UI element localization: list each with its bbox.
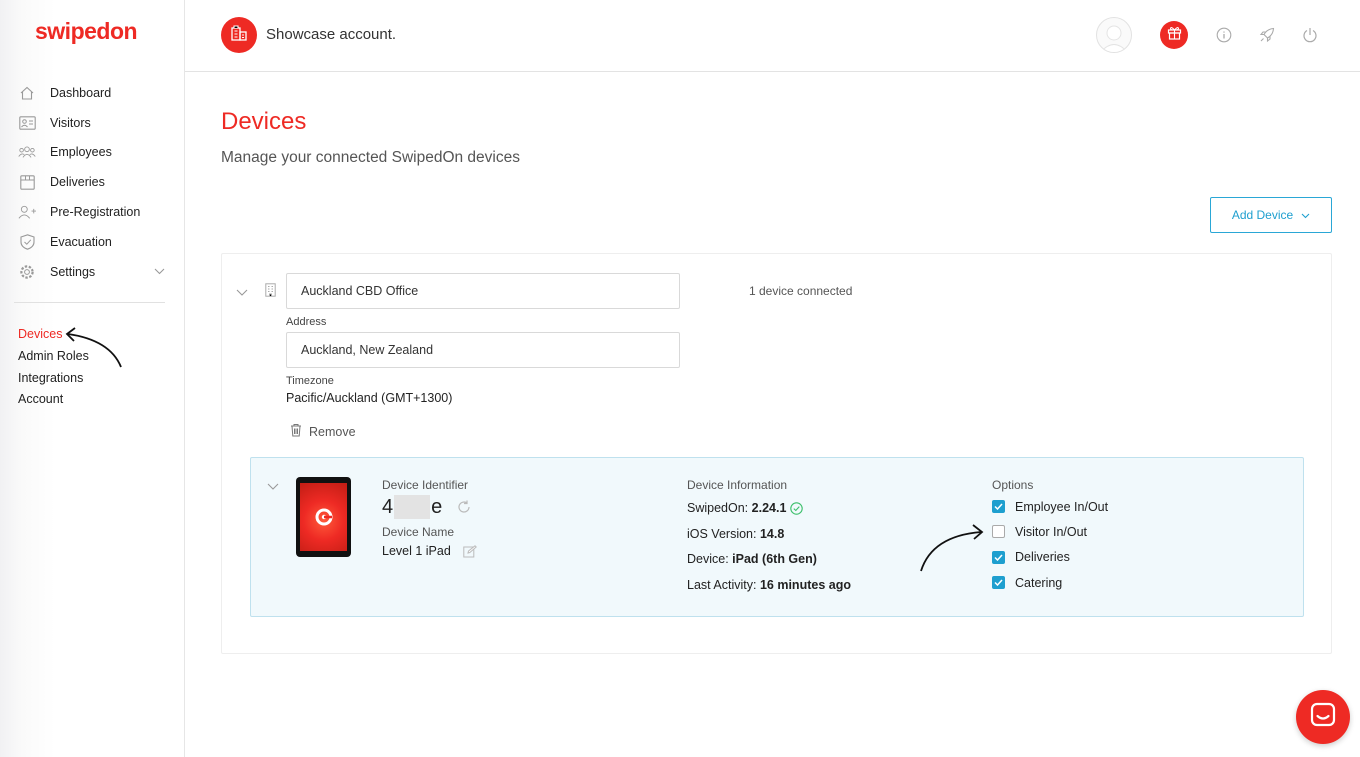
swipedon-version-row: SwipedOn: 2.24.1	[687, 496, 851, 522]
avatar[interactable]	[1096, 17, 1132, 53]
redacted-block	[394, 495, 431, 519]
timezone-label: Timezone	[286, 375, 334, 387]
location-card: Auckland CBD Office Address Auckland, Ne…	[221, 253, 1332, 654]
account-badge[interactable]	[221, 17, 257, 53]
device-name-label: Device Name	[382, 525, 455, 539]
option-deliveries[interactable]: Deliveries	[992, 545, 1108, 570]
check-circle-icon	[790, 502, 804, 515]
sidebar-item-label: Deliveries	[50, 175, 105, 190]
sidebar-item-settings[interactable]: Settings	[18, 257, 168, 287]
swipedon-mark-icon	[315, 508, 332, 526]
device-info-column: Device Information SwipedOn: 2.24.1 iOS …	[687, 478, 851, 598]
main-nav: Dashboard Visitors Employees Deliveries …	[18, 78, 168, 287]
option-label: Visitor In/Out	[1015, 524, 1088, 539]
visitor-card-icon	[18, 114, 36, 132]
address-label: Address	[286, 316, 327, 328]
top-header: Showcase account.	[185, 0, 1360, 72]
sidebar-item-label: Evacuation	[50, 234, 112, 249]
device-name-row: Level 1 iPad	[382, 544, 477, 558]
sidebar-item-dashboard[interactable]: Dashboard	[18, 78, 168, 108]
sidebar-item-label: Pre-Registration	[50, 205, 141, 220]
sidebar-divider	[14, 302, 165, 303]
sidebar-link-account[interactable]: Account	[18, 389, 89, 411]
device-identifier-start: 4	[382, 495, 394, 518]
device-panel: Device Identifier 4e Device Name Level 1…	[250, 457, 1304, 617]
timezone-value[interactable]: Pacific/Auckland (GMT+1300)	[286, 391, 452, 405]
rocket-icon[interactable]	[1258, 26, 1276, 44]
chat-icon	[1310, 702, 1336, 733]
sidebar-item-label: Dashboard	[50, 85, 112, 100]
sidebar-item-visitors[interactable]: Visitors	[18, 108, 168, 138]
device-model-row: Device: iPad (6th Gen)	[687, 552, 817, 566]
options-column: Options Employee In/Out Visitor In/Out D…	[992, 478, 1108, 595]
home-icon	[18, 84, 36, 102]
checkbox-checked[interactable]	[992, 500, 1005, 514]
option-catering[interactable]: Catering	[992, 570, 1108, 595]
sidebar-item-employees[interactable]: Employees	[18, 138, 168, 168]
option-label: Employee In/Out	[1015, 499, 1109, 514]
option-employee-in-out[interactable]: Employee In/Out	[992, 494, 1108, 519]
page-subtitle: Manage your connected SwipedOn devices	[221, 149, 520, 166]
last-activity-row: Last Activity: 16 minutes ago	[687, 577, 851, 592]
sidebar-item-pre-registration[interactable]: Pre-Registration	[18, 197, 168, 227]
trash-icon	[290, 423, 302, 440]
annotation-arrow-icon	[65, 327, 122, 368]
edit-icon[interactable]	[463, 544, 477, 558]
employees-icon	[18, 143, 36, 161]
sidebar-item-deliveries[interactable]: Deliveries	[18, 167, 168, 197]
ios-version-row: iOS Version: 14.8	[687, 526, 785, 541]
info-icon[interactable]	[1215, 26, 1233, 44]
shield-icon	[18, 233, 36, 251]
device-info-label: Device Information	[687, 478, 788, 492]
option-label: Deliveries	[1015, 550, 1070, 565]
page-title: Devices	[221, 108, 307, 135]
checkbox-unchecked[interactable]	[992, 525, 1005, 539]
ipad-image	[296, 477, 351, 557]
option-label: Catering	[1015, 575, 1063, 590]
chevron-down-icon	[1301, 208, 1310, 222]
add-user-icon	[18, 203, 36, 221]
device-name: Level 1 iPad	[382, 544, 451, 558]
sidebar-item-evacuation[interactable]: Evacuation	[18, 227, 168, 257]
remove-label: Remove	[309, 424, 356, 439]
chevron-down-icon[interactable]	[236, 284, 248, 302]
building-icon	[230, 24, 248, 46]
sidebar: swipedon Dashboard Visitors Employees De…	[0, 0, 185, 757]
gift-button[interactable]	[1160, 21, 1188, 49]
checkbox-checked[interactable]	[992, 550, 1005, 564]
sidebar-item-label: Employees	[50, 145, 112, 160]
gift-icon	[1167, 25, 1182, 45]
remove-location-button[interactable]: Remove	[290, 423, 356, 440]
device-identifier-end: e	[431, 495, 443, 518]
chevron-down-icon[interactable]	[267, 478, 279, 496]
device-identifier-label: Device Identifier	[382, 478, 469, 492]
sidebar-item-label: Settings	[50, 264, 96, 279]
add-device-button[interactable]: Add Device	[1210, 197, 1332, 233]
sidebar-item-label: Visitors	[50, 115, 91, 130]
account-name: Showcase account.	[266, 26, 397, 43]
location-name-input[interactable]: Auckland CBD Office	[286, 273, 680, 309]
power-icon[interactable]	[1301, 26, 1319, 44]
option-visitor-in-out[interactable]: Visitor In/Out	[992, 519, 1108, 544]
annotation-arrow-icon	[920, 524, 984, 572]
swipedon-logo[interactable]: swipedon	[35, 18, 138, 45]
building-icon	[265, 283, 276, 302]
checkbox-checked[interactable]	[992, 576, 1005, 590]
device-identifier: 4e	[382, 495, 477, 519]
options-label: Options	[992, 478, 1034, 492]
chevron-down-icon[interactable]	[150, 263, 168, 281]
add-device-label: Add Device	[1231, 208, 1294, 222]
connected-count: 1 device connected	[749, 284, 853, 298]
box-icon	[18, 173, 36, 191]
gear-icon	[18, 263, 36, 281]
device-identity-column: Device Identifier 4e Device Name Level 1…	[382, 478, 477, 558]
address-input[interactable]: Auckland, New Zealand	[286, 332, 680, 368]
chat-launcher-button[interactable]	[1296, 690, 1350, 744]
refresh-icon[interactable]	[456, 499, 472, 515]
